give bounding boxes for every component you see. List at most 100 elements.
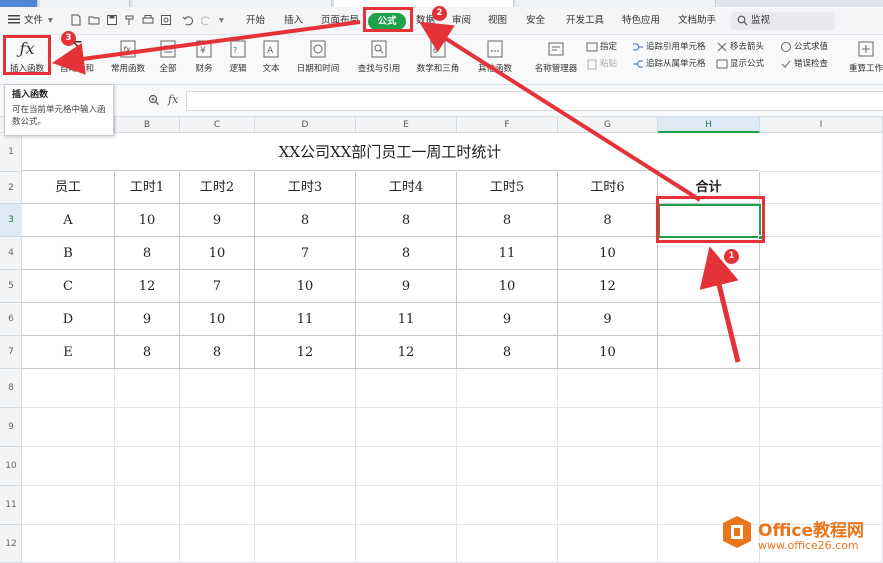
data-cell[interactable]: 11: [457, 237, 558, 270]
error-check-button[interactable]: 错误检查: [780, 57, 828, 71]
tab-page-layout[interactable]: 页面布局: [321, 13, 359, 29]
empty-cell[interactable]: [255, 525, 356, 563]
file-menu[interactable]: 文件: [24, 13, 43, 29]
data-cell[interactable]: 8: [180, 336, 255, 369]
empty-cell[interactable]: [760, 133, 883, 172]
data-cell[interactable]: 8: [356, 237, 457, 270]
empty-cell[interactable]: [457, 525, 558, 563]
empty-cell[interactable]: [558, 369, 658, 408]
data-cell[interactable]: D: [22, 303, 115, 336]
remove-arrows-button[interactable]: 移去箭头: [716, 40, 764, 54]
empty-cell[interactable]: [22, 369, 115, 408]
fx-label[interactable]: fx: [168, 93, 178, 106]
empty-cell[interactable]: [760, 237, 883, 270]
data-cell[interactable]: 11: [356, 303, 457, 336]
empty-cell[interactable]: [255, 486, 356, 525]
formula-input[interactable]: [186, 91, 883, 111]
data-cell[interactable]: 12: [356, 336, 457, 369]
tab-doc-assistant[interactable]: 文档助手: [678, 13, 716, 29]
empty-cell[interactable]: [558, 486, 658, 525]
data-cell[interactable]: 10: [558, 336, 658, 369]
date-time-button[interactable]: 日期和时间: [290, 37, 346, 81]
empty-cell[interactable]: [558, 408, 658, 447]
data-cell[interactable]: 8: [115, 336, 180, 369]
data-cell[interactable]: A: [22, 204, 115, 237]
empty-cell[interactable]: [760, 336, 883, 369]
data-cell[interactable]: 9: [180, 204, 255, 237]
tab-home[interactable]: 开始: [246, 13, 265, 29]
empty-cell[interactable]: [115, 525, 180, 563]
trace-dependents-button[interactable]: 追踪从属单元格: [632, 57, 706, 71]
row-header-4[interactable]: 4: [0, 237, 22, 270]
trace-precedents-button[interactable]: 追踪引用单元格: [632, 40, 706, 54]
data-cell[interactable]: 10: [180, 303, 255, 336]
header-cell[interactable]: 工时6: [558, 172, 658, 204]
all-functions-button[interactable]: 全部: [150, 37, 186, 81]
column-header-f[interactable]: F: [457, 117, 558, 133]
row-header-6[interactable]: 6: [0, 303, 22, 336]
document-tab[interactable]: [132, 0, 332, 7]
tab-review[interactable]: 审阅: [452, 13, 471, 29]
empty-cell[interactable]: [22, 447, 115, 486]
data-cell[interactable]: 11: [255, 303, 356, 336]
tab-view[interactable]: 视图: [488, 13, 507, 29]
zoom-icon[interactable]: [148, 94, 160, 109]
column-header-i[interactable]: I: [760, 117, 883, 133]
empty-cell[interactable]: [760, 172, 883, 204]
empty-cell[interactable]: [356, 408, 457, 447]
header-cell[interactable]: 工时3: [255, 172, 356, 204]
row-header-12[interactable]: 12: [0, 525, 22, 563]
name-manager-button[interactable]: 名称管理器: [530, 37, 582, 81]
tab-developer[interactable]: 开发工具: [566, 13, 604, 29]
tab-security[interactable]: 安全: [526, 13, 545, 29]
row-header-10[interactable]: 10: [0, 447, 22, 486]
data-cell[interactable]: 10: [558, 237, 658, 270]
empty-cell[interactable]: [115, 369, 180, 408]
empty-cell[interactable]: [180, 486, 255, 525]
math-trig-button[interactable]: θ 数学和三角: [410, 37, 466, 81]
empty-cell[interactable]: [760, 303, 883, 336]
empty-cell[interactable]: [457, 369, 558, 408]
evaluate-formula-button[interactable]: 公式求值: [780, 40, 828, 54]
header-cell[interactable]: 工时1: [115, 172, 180, 204]
empty-cell[interactable]: [255, 447, 356, 486]
home-tab[interactable]: [0, 0, 38, 7]
tab-special-features[interactable]: 特色应用: [622, 13, 660, 29]
total-cell[interactable]: [658, 303, 760, 336]
header-cell[interactable]: 工时4: [356, 172, 457, 204]
document-tab[interactable]: [40, 0, 130, 7]
row-header-9[interactable]: 9: [0, 408, 22, 447]
row-header-5[interactable]: 5: [0, 270, 22, 303]
data-cell[interactable]: 7: [180, 270, 255, 303]
define-button[interactable]: 指定: [586, 40, 617, 54]
financial-button[interactable]: ¥ 财务: [186, 37, 222, 81]
open-folder-icon[interactable]: [88, 14, 100, 26]
empty-cell[interactable]: [356, 447, 457, 486]
empty-cell[interactable]: [356, 369, 457, 408]
empty-cell[interactable]: [457, 447, 558, 486]
row-header-7[interactable]: 7: [0, 336, 22, 369]
paste-name-button[interactable]: 粘贴: [586, 57, 617, 71]
column-header-c[interactable]: C: [180, 117, 255, 133]
empty-cell[interactable]: [180, 447, 255, 486]
empty-cell[interactable]: [180, 408, 255, 447]
data-cell[interactable]: 9: [115, 303, 180, 336]
new-file-icon[interactable]: [70, 14, 82, 26]
column-header-h[interactable]: H: [658, 117, 760, 133]
sheet-title[interactable]: XX公司XX部门员工一周工时统计: [22, 133, 758, 171]
data-cell[interactable]: B: [22, 237, 115, 270]
row-header-2[interactable]: 2: [0, 172, 22, 204]
empty-cell[interactable]: [255, 369, 356, 408]
empty-cell[interactable]: [115, 447, 180, 486]
file-menu-chevron-icon[interactable]: ▾: [48, 13, 53, 29]
data-cell[interactable]: 9: [558, 303, 658, 336]
print-preview-icon[interactable]: [160, 14, 172, 26]
row-header-1[interactable]: 1: [0, 133, 22, 172]
empty-cell[interactable]: [115, 486, 180, 525]
data-cell[interactable]: 10: [457, 270, 558, 303]
empty-cell[interactable]: [457, 408, 558, 447]
row-header-11[interactable]: 11: [0, 486, 22, 525]
row-header-8[interactable]: 8: [0, 369, 22, 408]
row-header-3[interactable]: 3: [0, 204, 22, 237]
recalculate-button[interactable]: 重算工作: [848, 37, 883, 81]
